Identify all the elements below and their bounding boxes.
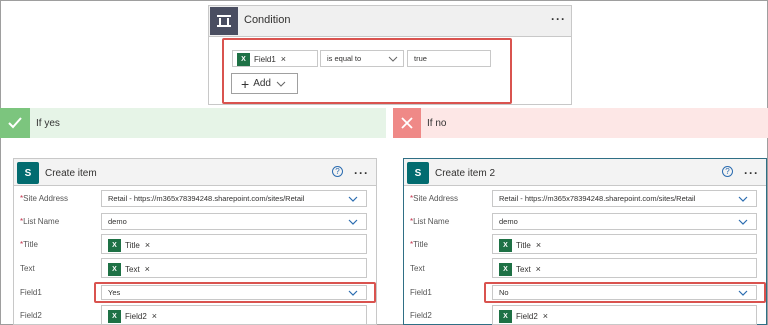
add-label: Add bbox=[253, 78, 271, 89]
field2-token-label: Field2 bbox=[516, 311, 538, 321]
title-label: *Title bbox=[410, 240, 428, 249]
field2-token[interactable]: X Field2 × bbox=[499, 308, 756, 324]
condition-title: Condition bbox=[244, 14, 291, 26]
text-input[interactable]: X Text × bbox=[492, 258, 757, 278]
check-icon bbox=[0, 108, 30, 138]
list-name-value: demo bbox=[108, 217, 127, 226]
site-address-select[interactable]: Retail - https://m365x78394248.sharepoin… bbox=[492, 190, 757, 207]
condition-highlight bbox=[222, 38, 512, 104]
token-remove-icon[interactable]: × bbox=[536, 264, 541, 274]
list-name-select[interactable]: demo bbox=[101, 213, 367, 230]
chevron-down-icon bbox=[388, 56, 398, 62]
sharepoint-icon: S bbox=[407, 162, 429, 184]
chevron-down-icon bbox=[738, 196, 748, 202]
text-token-label: Text bbox=[125, 264, 140, 274]
site-address-select[interactable]: Retail - https://m365x78394248.sharepoin… bbox=[101, 190, 367, 207]
operator-value: is equal to bbox=[327, 54, 362, 63]
title-token-label: Title bbox=[516, 240, 531, 250]
chevron-down-icon bbox=[348, 219, 358, 225]
title-input[interactable]: X Title × bbox=[492, 234, 757, 254]
token-remove-icon[interactable]: × bbox=[281, 54, 286, 64]
if-no-label: If no bbox=[427, 118, 447, 129]
list-name-value: demo bbox=[499, 217, 518, 226]
excel-icon: X bbox=[499, 262, 512, 276]
title-input[interactable]: X Title × bbox=[101, 234, 367, 254]
condition-token-label: Field1 bbox=[254, 54, 276, 64]
field1-value: Yes bbox=[108, 288, 121, 297]
field1-label: Field1 bbox=[410, 288, 432, 297]
chevron-down-icon bbox=[738, 219, 748, 225]
field2-label: Field2 bbox=[20, 311, 42, 320]
list-name-label: *List Name bbox=[20, 217, 60, 226]
condition-icon bbox=[210, 7, 238, 35]
if-yes-label: If yes bbox=[36, 118, 60, 129]
token-remove-icon[interactable]: × bbox=[145, 240, 150, 250]
chevron-down-icon bbox=[738, 290, 748, 296]
text-label: Text bbox=[410, 264, 425, 273]
excel-icon: X bbox=[108, 238, 121, 252]
condition-left-operand[interactable]: X Field1 × bbox=[232, 50, 318, 67]
help-icon[interactable]: ? bbox=[722, 166, 733, 177]
token-remove-icon[interactable]: × bbox=[536, 240, 541, 250]
card-more-button[interactable]: ··· bbox=[744, 166, 759, 180]
field2-token-label: Field2 bbox=[125, 311, 147, 321]
list-name-label: *List Name bbox=[410, 217, 450, 226]
field1-value: No bbox=[499, 288, 509, 297]
field2-input[interactable]: X Field2 × bbox=[492, 305, 757, 325]
excel-icon: X bbox=[108, 262, 121, 276]
title-token-label: Title bbox=[125, 240, 140, 250]
title-token[interactable]: X Title × bbox=[499, 237, 756, 253]
chevron-down-icon bbox=[276, 81, 286, 87]
field2-input[interactable]: X Field2 × bbox=[101, 305, 367, 325]
text-token[interactable]: X Text × bbox=[499, 261, 756, 277]
token-remove-icon[interactable]: × bbox=[152, 311, 157, 321]
field2-token[interactable]: X Field2 × bbox=[108, 308, 366, 324]
condition-value-input[interactable]: true bbox=[407, 50, 491, 67]
site-address-label: *Site Address bbox=[20, 194, 69, 203]
text-label: Text bbox=[20, 264, 35, 273]
text-input[interactable]: X Text × bbox=[101, 258, 367, 278]
text-token-label: Text bbox=[516, 264, 531, 274]
help-icon[interactable]: ? bbox=[332, 166, 343, 177]
sharepoint-icon: S bbox=[17, 162, 39, 184]
field1-label: Field1 bbox=[20, 288, 42, 297]
condition-value: true bbox=[414, 54, 427, 63]
excel-icon: X bbox=[108, 309, 121, 323]
card-more-button[interactable]: ··· bbox=[354, 166, 369, 180]
add-button[interactable]: + Add bbox=[231, 73, 298, 94]
chevron-down-icon bbox=[348, 290, 358, 296]
condition-more-button[interactable]: ··· bbox=[551, 12, 566, 26]
condition-operator-select[interactable]: is equal to bbox=[320, 50, 404, 67]
excel-icon: X bbox=[499, 309, 512, 323]
if-no-header[interactable] bbox=[393, 108, 768, 138]
list-name-select[interactable]: demo bbox=[492, 213, 757, 230]
token-remove-icon[interactable]: × bbox=[543, 311, 548, 321]
title-label: *Title bbox=[20, 240, 38, 249]
site-address-label: *Site Address bbox=[410, 194, 459, 203]
create-item-title: Create item bbox=[45, 168, 97, 179]
site-address-value: Retail - https://m365x78394248.sharepoin… bbox=[108, 194, 305, 203]
excel-icon: X bbox=[237, 52, 250, 66]
field1-select[interactable]: No bbox=[492, 285, 757, 300]
create-item-2-title: Create item 2 bbox=[435, 168, 496, 179]
token-remove-icon[interactable]: × bbox=[145, 264, 150, 274]
chevron-down-icon bbox=[348, 196, 358, 202]
field2-label: Field2 bbox=[410, 311, 432, 320]
site-address-value: Retail - https://m365x78394248.sharepoin… bbox=[499, 194, 696, 203]
excel-icon: X bbox=[499, 238, 512, 252]
close-icon bbox=[393, 108, 421, 138]
text-token[interactable]: X Text × bbox=[108, 261, 366, 277]
field1-select[interactable]: Yes bbox=[101, 285, 367, 300]
title-token[interactable]: X Title × bbox=[108, 237, 366, 253]
plus-icon: + bbox=[241, 75, 250, 92]
